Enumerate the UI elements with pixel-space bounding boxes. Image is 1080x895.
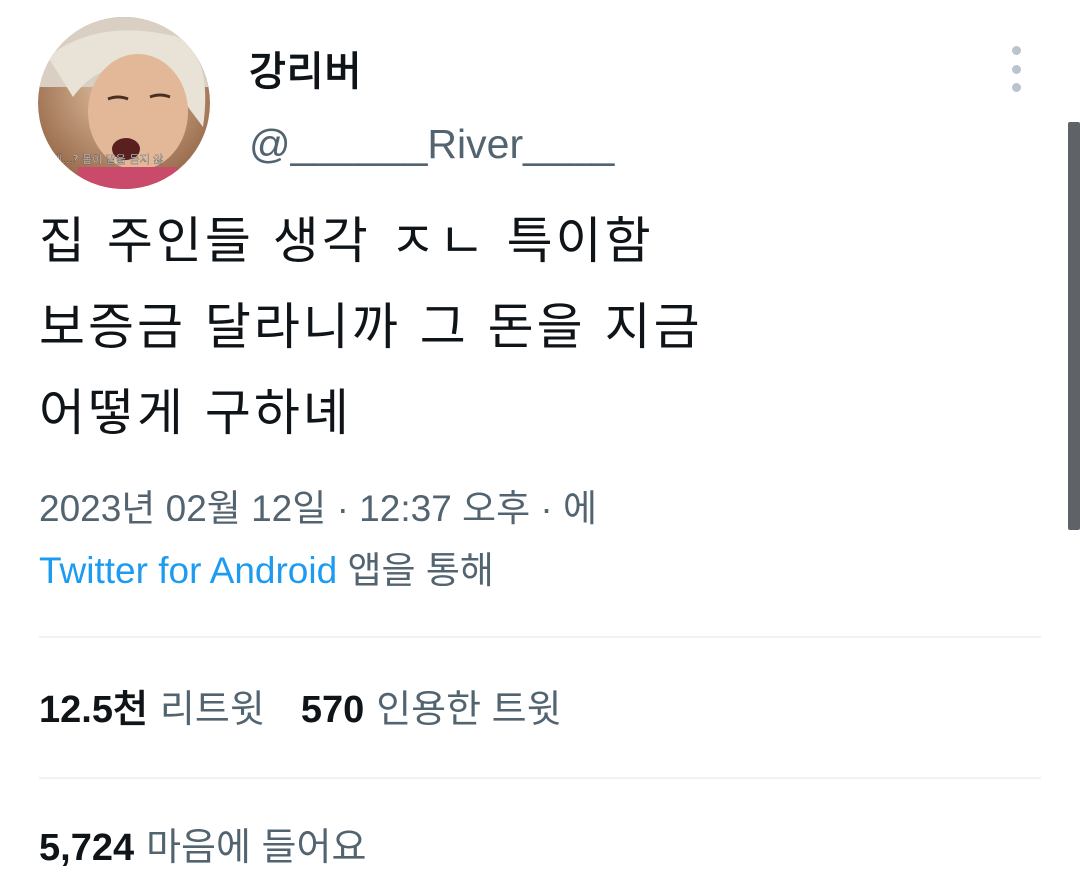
divider (39, 636, 1041, 638)
display-name[interactable]: 강리버 (249, 44, 362, 100)
more-vertical-icon[interactable] (1004, 46, 1028, 92)
stats-row-retweets: 12.5천 리트윗 570 인용한 트윗 (39, 682, 562, 738)
quotes-label: 인용한 트윗 (376, 689, 562, 731)
likes-stat[interactable]: 5,724 마음에 들어요 (39, 820, 366, 876)
tweet-meta: 2023년 02월 12일 · 12:37 오후 · 에 Twitter for… (39, 478, 597, 602)
avatar-image: 제...? 몸이 말을 듣지 않 (38, 17, 210, 189)
tweet-text: 집 주인들 생각 ㅈㄴ 특이함 보증금 달라니까 그 돈을 지금 어떻게 구하녜 (39, 212, 703, 442)
avatar-caption: 제...? 몸이 말을 듣지 않 (52, 153, 163, 166)
tweet-source: Twitter for Android 앱을 통해 (39, 540, 597, 602)
scrollbar[interactable] (1068, 122, 1080, 530)
user-handle[interactable]: @______River____ (249, 118, 614, 170)
more-dot (1011, 83, 1021, 92)
avatar[interactable]: 제...? 몸이 말을 듣지 않 (38, 17, 210, 189)
likes-label: 마음에 들어요 (146, 827, 367, 869)
tweet-timestamp[interactable]: 2023년 02월 12일 · 12:37 오후 · 에 (39, 478, 597, 540)
divider (39, 777, 1041, 779)
likes-count: 5,724 (39, 827, 135, 869)
source-suffix: 앱을 통해 (337, 550, 494, 591)
retweets-stat[interactable]: 12.5천 리트윗 (39, 682, 265, 738)
source-app-link[interactable]: Twitter for Android (39, 550, 337, 591)
stats-row-likes: 5,724 마음에 들어요 (39, 820, 366, 876)
retweets-count: 12.5천 (39, 689, 148, 731)
retweets-label: 리트윗 (159, 689, 265, 731)
more-dot (1011, 64, 1021, 74)
quotes-count: 570 (300, 689, 365, 731)
tweet-detail: 제...? 몸이 말을 듣지 않 강리버 @______River____ 집 … (0, 0, 1080, 895)
more-dot (1011, 46, 1021, 55)
quotes-stat[interactable]: 570 인용한 트윗 (301, 682, 562, 738)
